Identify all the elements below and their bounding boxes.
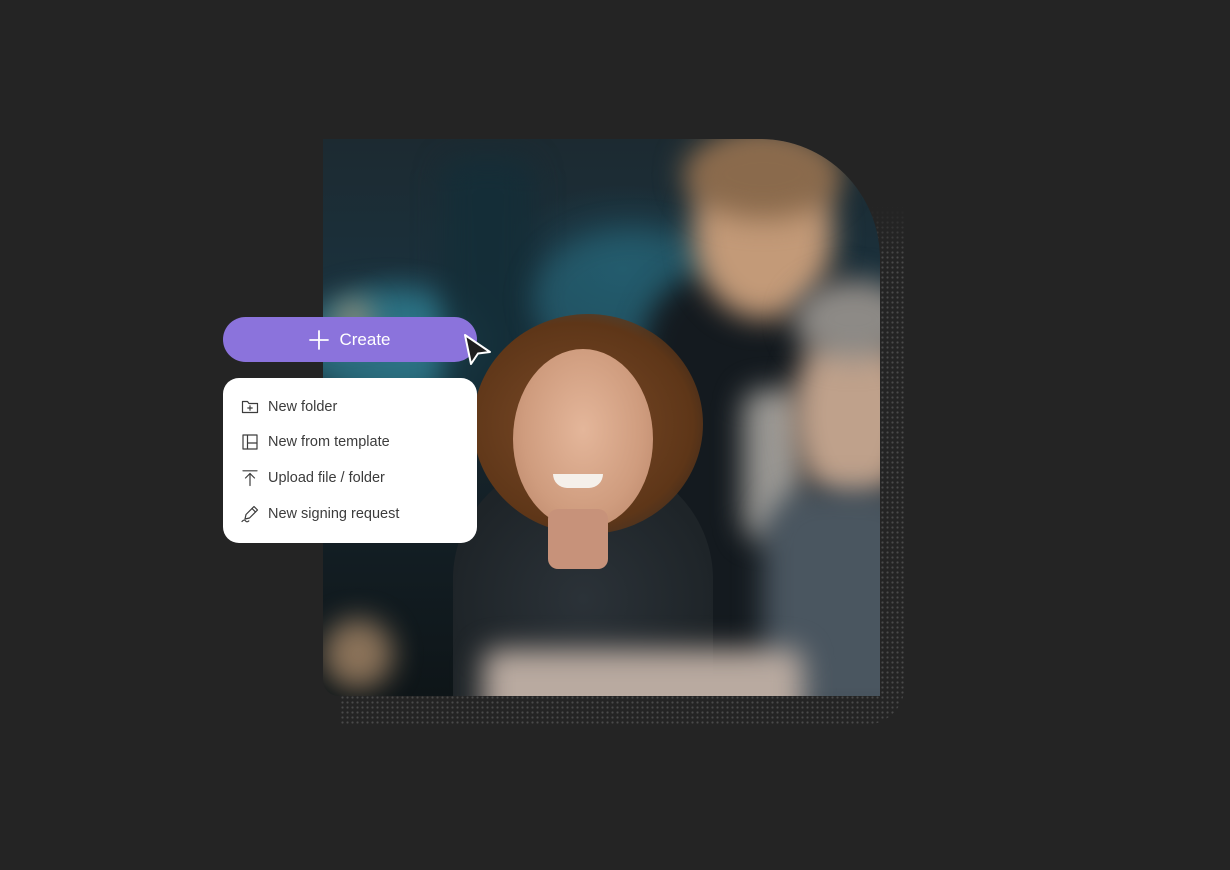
menu-item-label: New signing request — [268, 505, 400, 522]
create-button[interactable]: Create — [223, 317, 477, 362]
plus-icon — [309, 329, 330, 350]
menu-item-new-folder[interactable]: New folder — [223, 389, 477, 425]
menu-item-label: Upload file / folder — [268, 469, 385, 486]
create-dropdown-menu: New folder New from template Upload file… — [223, 378, 477, 543]
create-button-label: Create — [339, 329, 391, 349]
menu-item-new-from-template[interactable]: New from template — [223, 425, 477, 461]
upload-icon — [241, 469, 259, 487]
template-icon — [241, 433, 259, 451]
folder-plus-icon — [241, 398, 259, 416]
cursor-icon — [464, 334, 491, 365]
signature-pen-icon — [241, 505, 259, 523]
menu-item-upload-file-folder[interactable]: Upload file / folder — [223, 460, 477, 496]
menu-item-label: New folder — [268, 398, 338, 415]
menu-item-new-signing-request[interactable]: New signing request — [223, 496, 477, 532]
menu-item-label: New from template — [268, 434, 390, 451]
